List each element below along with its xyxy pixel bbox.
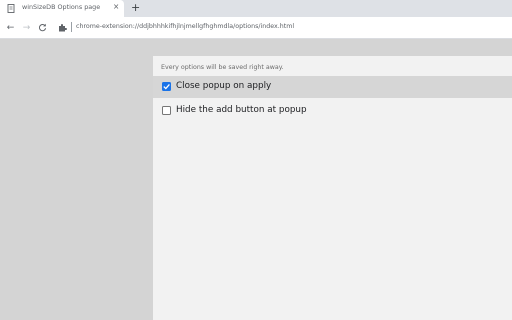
autosave-notice: Every options will be saved right away.	[161, 64, 284, 71]
url-separator	[71, 22, 72, 32]
option-hide-add-button[interactable]: Hide the add button at popup	[153, 100, 512, 122]
tab-title: winSizeDB Options page	[22, 3, 101, 11]
document-icon	[7, 4, 15, 13]
browser-toolbar: ← → chrome-extension://ddjbhhhkifhjlnjme…	[0, 17, 512, 38]
close-popup-label[interactable]: Close popup on apply	[176, 81, 271, 91]
close-popup-checkbox[interactable]	[162, 82, 171, 91]
url-text[interactable]: chrome-extension://ddjbhhhkifhjlnjmellgf…	[76, 23, 294, 30]
new-tab-button[interactable]: +	[131, 1, 140, 15]
reload-icon	[39, 23, 47, 32]
forward-button[interactable]: →	[20, 21, 33, 34]
checkmark-icon	[163, 83, 170, 90]
back-button[interactable]: ←	[4, 21, 17, 34]
options-page: Every options will be saved right away. …	[153, 56, 512, 320]
address-bar[interactable]: chrome-extension://ddjbhhhkifhjlnjmellgf…	[54, 20, 512, 35]
hide-add-button-label[interactable]: Hide the add button at popup	[176, 105, 307, 115]
close-tab-icon[interactable]: ×	[113, 2, 119, 12]
tab-strip: winSizeDB Options page × +	[0, 0, 512, 17]
active-tab[interactable]: winSizeDB Options page ×	[0, 0, 124, 17]
left-panel	[0, 39, 153, 320]
hide-add-button-checkbox[interactable]	[162, 106, 171, 115]
option-close-popup[interactable]: Close popup on apply	[153, 76, 512, 98]
puzzle-icon	[59, 24, 67, 32]
reload-button[interactable]	[36, 21, 49, 34]
